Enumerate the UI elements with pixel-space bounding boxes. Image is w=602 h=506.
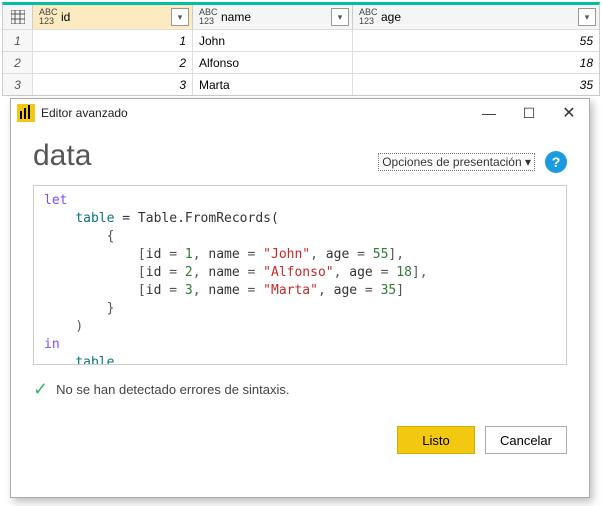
type-icon: ABC123 bbox=[199, 8, 217, 26]
column-header-id[interactable]: ABC123 id ▾ bbox=[33, 5, 193, 29]
presentation-options-dropdown[interactable]: Opciones de presentación ▾ bbox=[378, 153, 535, 171]
advanced-editor-dialog: Editor avanzado — ☐ ✕ data Opciones de p… bbox=[10, 98, 590, 498]
table-row[interactable]: 1 1 John 55 bbox=[3, 29, 599, 51]
minimize-button[interactable]: — bbox=[469, 99, 509, 127]
row-number: 2 bbox=[3, 52, 33, 73]
dialog-title: Editor avanzado bbox=[41, 106, 128, 120]
table-row[interactable]: 2 2 Alfonso 18 bbox=[3, 51, 599, 73]
data-grid: ABC123 id ▾ ABC123 name ▾ ABC123 age ▾ 1… bbox=[2, 2, 600, 96]
table-row[interactable]: 3 3 Marta 35 bbox=[3, 73, 599, 95]
done-button[interactable]: Listo bbox=[397, 426, 475, 454]
status-text: No se han detectado errores de sintaxis. bbox=[56, 382, 289, 397]
cell-name[interactable]: John bbox=[193, 30, 353, 51]
type-icon: ABC123 bbox=[359, 8, 377, 26]
type-icon: ABC123 bbox=[39, 8, 57, 26]
column-name: id bbox=[61, 10, 171, 24]
cell-age[interactable]: 55 bbox=[353, 30, 599, 51]
row-number: 1 bbox=[3, 30, 33, 51]
column-name: age bbox=[381, 10, 578, 24]
cell-id[interactable]: 1 bbox=[33, 30, 193, 51]
column-header-age[interactable]: ABC123 age ▾ bbox=[353, 5, 599, 29]
code-editor[interactable]: let table = Table.FromRecords( { [id = 1… bbox=[33, 185, 567, 365]
close-button[interactable]: ✕ bbox=[549, 99, 589, 127]
cancel-button[interactable]: Cancelar bbox=[485, 426, 567, 454]
help-button[interactable]: ? bbox=[545, 151, 567, 173]
column-name: name bbox=[221, 10, 331, 24]
maximize-button[interactable]: ☐ bbox=[509, 99, 549, 127]
powerbi-icon bbox=[17, 104, 35, 122]
grid-header: ABC123 id ▾ ABC123 name ▾ ABC123 age ▾ bbox=[3, 5, 599, 29]
cell-age[interactable]: 18 bbox=[353, 52, 599, 73]
check-icon: ✓ bbox=[33, 379, 48, 400]
syntax-status: ✓ No se han detectado errores de sintaxi… bbox=[33, 379, 567, 400]
cell-name[interactable]: Alfonso bbox=[193, 52, 353, 73]
cell-age[interactable]: 35 bbox=[353, 74, 599, 95]
dialog-titlebar[interactable]: Editor avanzado — ☐ ✕ bbox=[11, 99, 589, 127]
column-filter-dropdown[interactable]: ▾ bbox=[578, 8, 596, 26]
row-number: 3 bbox=[3, 74, 33, 95]
cell-id[interactable]: 2 bbox=[33, 52, 193, 73]
query-name: data bbox=[33, 139, 91, 173]
table-icon bbox=[11, 10, 25, 24]
column-header-name[interactable]: ABC123 name ▾ bbox=[193, 5, 353, 29]
cell-id[interactable]: 3 bbox=[33, 74, 193, 95]
grid-corner[interactable] bbox=[3, 5, 33, 29]
cell-name[interactable]: Marta bbox=[193, 74, 353, 95]
column-filter-dropdown[interactable]: ▾ bbox=[171, 8, 189, 26]
column-filter-dropdown[interactable]: ▾ bbox=[331, 8, 349, 26]
